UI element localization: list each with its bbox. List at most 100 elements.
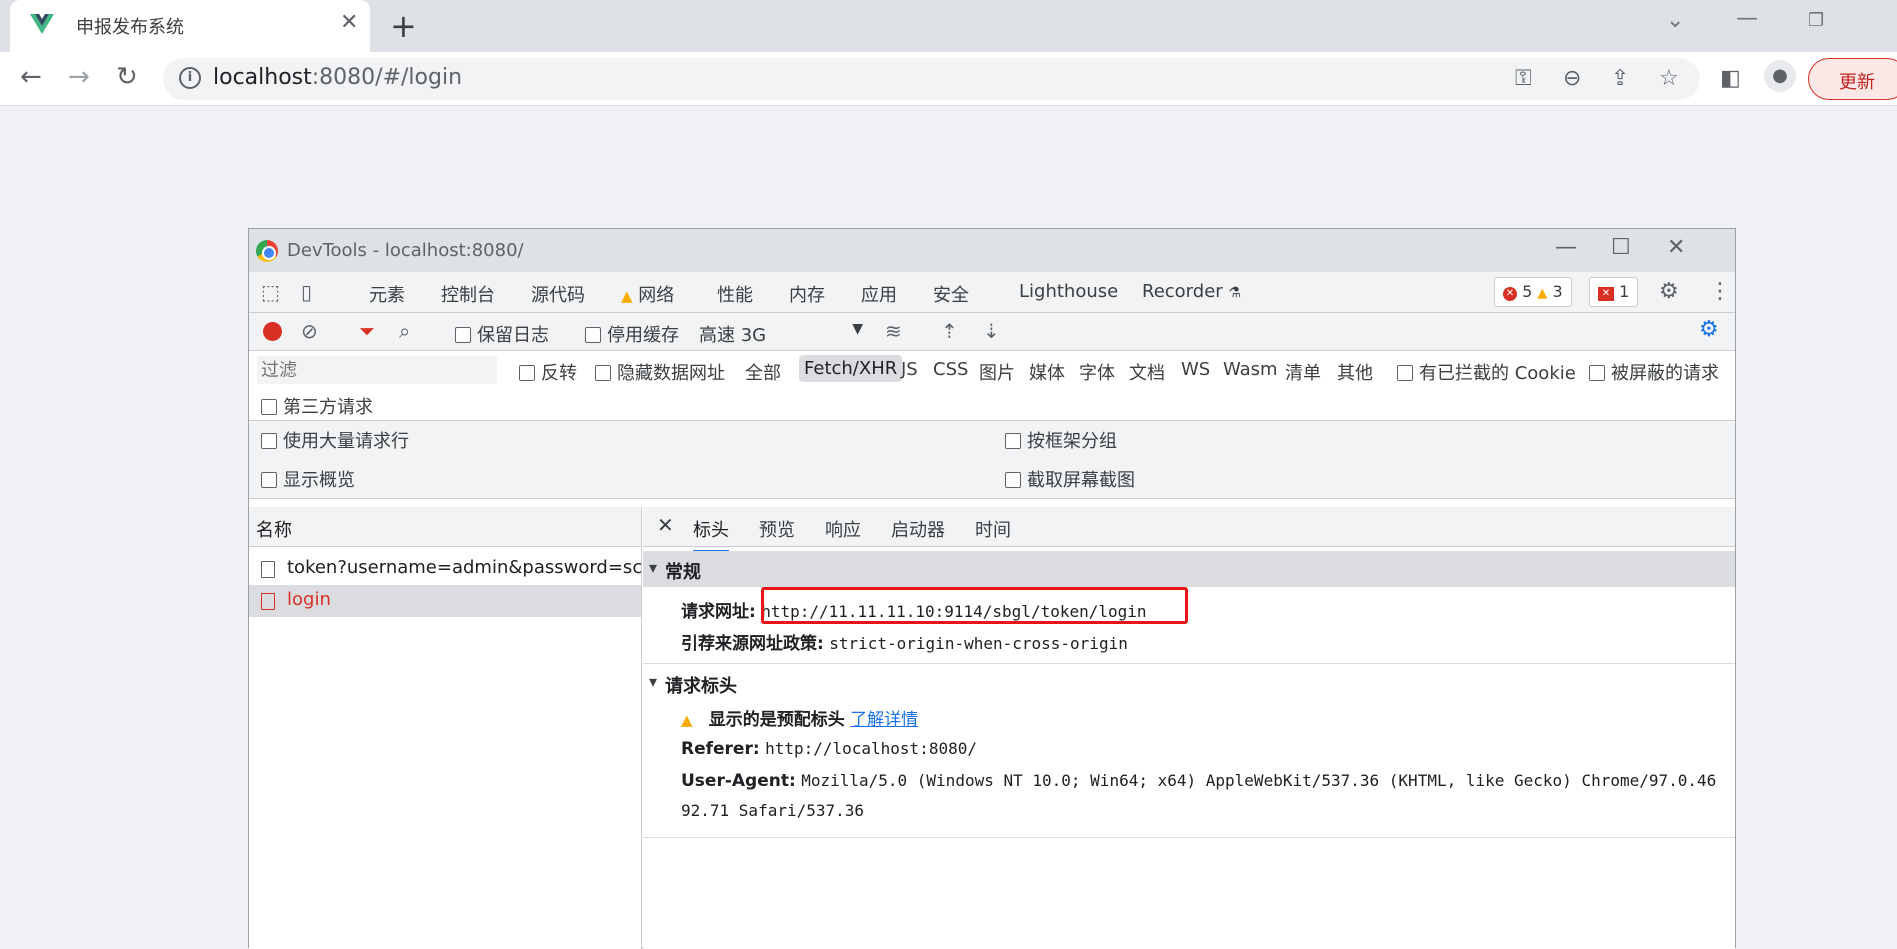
blocked-cookies-checkbox[interactable]: 有已拦截的 Cookie <box>1397 359 1576 385</box>
devtools-titlebar: DevTools - localhost:8080/ — ☐ ✕ <box>249 229 1735 272</box>
tab-response[interactable]: 响应 <box>825 516 861 542</box>
issues-counter[interactable]: ✕ 5 ▲ 3 <box>1494 277 1572 307</box>
show-overview-checkbox[interactable]: 显示概览 <box>261 466 355 492</box>
tab-security[interactable]: 安全 <box>933 281 969 307</box>
forward-icon[interactable]: → <box>68 62 90 92</box>
network-settings-icon[interactable]: ⚙ <box>1699 317 1719 342</box>
filter-type-fetch-xhr[interactable]: Fetch/XHR <box>799 355 903 382</box>
checkbox-icon <box>1589 365 1605 381</box>
group-by-frame-checkbox[interactable]: 按框架分组 <box>1005 427 1117 453</box>
issues-badge[interactable]: ✕ 1 <box>1589 277 1639 307</box>
general-section-header[interactable]: 常规 <box>643 551 1735 587</box>
settings-gear-icon[interactable]: ⚙ <box>1659 279 1679 304</box>
tab-search-icon[interactable]: ⌄ <box>1666 8 1684 33</box>
bookmark-star-icon[interactable]: ☆ <box>1659 66 1679 91</box>
capture-screenshots-checkbox[interactable]: 截取屏幕截图 <box>1005 466 1135 492</box>
profile-avatar[interactable]: ● <box>1764 60 1796 92</box>
filter-bar: 反转 隐藏数据网址 全部 Fetch/XHR JS CSS 图片 媒体 字体 文… <box>249 351 1735 389</box>
filter-type-ws[interactable]: WS <box>1181 359 1210 380</box>
close-detail-icon[interactable]: ✕ <box>657 513 674 537</box>
tab-lighthouse[interactable]: Lighthouse <box>1019 281 1118 302</box>
device-toolbar-icon[interactable]: ▯ <box>301 280 312 304</box>
filter-type-other[interactable]: 其他 <box>1337 359 1373 385</box>
more-menu-icon[interactable]: ⋮ <box>1709 279 1731 304</box>
filter-type-img[interactable]: 图片 <box>979 359 1015 385</box>
filter-type-media[interactable]: 媒体 <box>1029 359 1065 385</box>
key-icon[interactable]: ⚿ <box>1515 66 1532 91</box>
restore-icon[interactable]: ❐ <box>1808 10 1824 31</box>
filter-type-doc[interactable]: 文档 <box>1129 359 1165 385</box>
export-har-icon[interactable]: ⇣ <box>983 319 1000 343</box>
back-icon[interactable]: ← <box>20 62 42 92</box>
filter-type-js[interactable]: JS <box>901 359 918 380</box>
preserve-log-checkbox[interactable]: 保留日志 <box>455 321 549 347</box>
devtools-maximize-icon[interactable]: ☐ <box>1611 235 1631 260</box>
large-rows-checkbox[interactable]: 使用大量请求行 <box>261 427 409 453</box>
checkbox-icon <box>595 365 611 381</box>
warning-icon: ▲ <box>621 287 633 305</box>
address-bar[interactable]: i localhost:8080/#/login ⚿ ⊖ ⇪ ☆ <box>163 58 1700 100</box>
search-icon[interactable]: ⌕ <box>399 319 410 343</box>
share-icon[interactable]: ⇪ <box>1611 66 1629 91</box>
filter-type-manifest[interactable]: 清单 <box>1285 359 1321 385</box>
request-row-login[interactable]: login <box>249 585 641 617</box>
chrome-logo-icon <box>256 240 278 262</box>
file-icon <box>261 593 275 610</box>
network-conditions-icon[interactable]: ≋ <box>885 319 902 343</box>
tab-sources[interactable]: 源代码 <box>531 281 585 307</box>
blocked-requests-checkbox[interactable]: 被屏蔽的请求 <box>1589 359 1719 385</box>
tab-preview[interactable]: 预览 <box>759 516 795 542</box>
update-button[interactable]: 更新 <box>1808 58 1897 100</box>
tab-close-icon[interactable]: ✕ <box>340 10 358 35</box>
request-headers-section-header[interactable]: 请求标头 <box>643 665 1735 701</box>
dropdown-arrow-icon: ▼ <box>852 321 863 337</box>
tab-console[interactable]: 控制台 <box>441 281 495 307</box>
filter-type-font[interactable]: 字体 <box>1079 359 1115 385</box>
zoom-out-icon[interactable]: ⊖ <box>1563 66 1581 91</box>
tab-elements[interactable]: 元素 <box>369 281 405 307</box>
url-text[interactable]: localhost:8080/#/login <box>213 65 462 90</box>
checkbox-icon <box>1005 433 1021 449</box>
filter-type-wasm[interactable]: Wasm <box>1223 359 1278 380</box>
tab-performance[interactable]: 性能 <box>717 281 753 307</box>
reload-icon[interactable]: ↻ <box>116 62 138 92</box>
tab-initiator[interactable]: 启动器 <box>891 516 945 542</box>
detail-tabs: ✕ 标头 预览 响应 启动器 时间 <box>643 507 1735 552</box>
referrer-policy-row: 引荐来源网址政策: strict-origin-when-cross-origi… <box>681 634 1128 654</box>
invert-checkbox[interactable]: 反转 <box>519 359 577 385</box>
devtools-close-icon[interactable]: ✕ <box>1667 235 1685 260</box>
tab-recorder[interactable]: Recorder ⚗ <box>1142 281 1241 302</box>
site-info-icon[interactable]: i <box>179 67 201 89</box>
checkbox-icon <box>261 472 277 488</box>
checkbox-icon <box>519 365 535 381</box>
name-column-header[interactable]: 名称 <box>249 507 641 547</box>
learn-more-link[interactable]: 了解详情 <box>850 710 918 730</box>
network-settings-pane: 使用大量请求行 按框架分组 显示概览 截取屏幕截图 <box>249 421 1735 499</box>
import-har-icon[interactable]: ⇡ <box>941 319 958 343</box>
tab-headers[interactable]: 标头 <box>693 516 729 552</box>
filter-type-css[interactable]: CSS <box>933 359 968 380</box>
request-row-token[interactable]: token?username=admin&password=scyc... <box>249 553 641 585</box>
minimize-icon[interactable]: — <box>1736 6 1758 31</box>
clear-icon[interactable]: ⊘ <box>301 319 318 343</box>
devtools-minimize-icon[interactable]: — <box>1555 235 1577 260</box>
third-party-checkbox[interactable]: 第三方请求 <box>261 393 373 419</box>
disable-cache-checkbox[interactable]: 停用缓存 <box>585 321 679 347</box>
devtools-window-title: DevTools - localhost:8080/ <box>287 240 524 261</box>
issue-flag-icon: ✕ <box>1598 287 1614 301</box>
throttle-select[interactable]: 高速 3G ▼ <box>699 321 863 347</box>
tab-memory[interactable]: 内存 <box>789 281 825 307</box>
inspect-element-icon[interactable]: ⬚ <box>261 280 280 304</box>
side-panel-icon[interactable]: ◧ <box>1720 66 1741 91</box>
tab-network[interactable]: ▲ 网络 <box>621 281 675 316</box>
filter-input[interactable] <box>257 356 497 384</box>
new-tab-button[interactable]: + <box>390 7 417 45</box>
tab-application[interactable]: 应用 <box>861 281 897 307</box>
tab-timing[interactable]: 时间 <box>975 516 1011 542</box>
filter-icon[interactable]: ⏷ <box>359 319 375 343</box>
browser-tab[interactable]: 申报发布系统 ✕ <box>10 0 370 52</box>
filter-type-all[interactable]: 全部 <box>745 359 781 385</box>
hide-data-urls-checkbox[interactable]: 隐藏数据网址 <box>595 359 725 385</box>
devtools-panel-tabs: ⬚ ▯ 元素 控制台 源代码 ▲ 网络 性能 内存 应用 安全 Lighthou… <box>249 272 1735 316</box>
record-button[interactable] <box>263 322 282 341</box>
